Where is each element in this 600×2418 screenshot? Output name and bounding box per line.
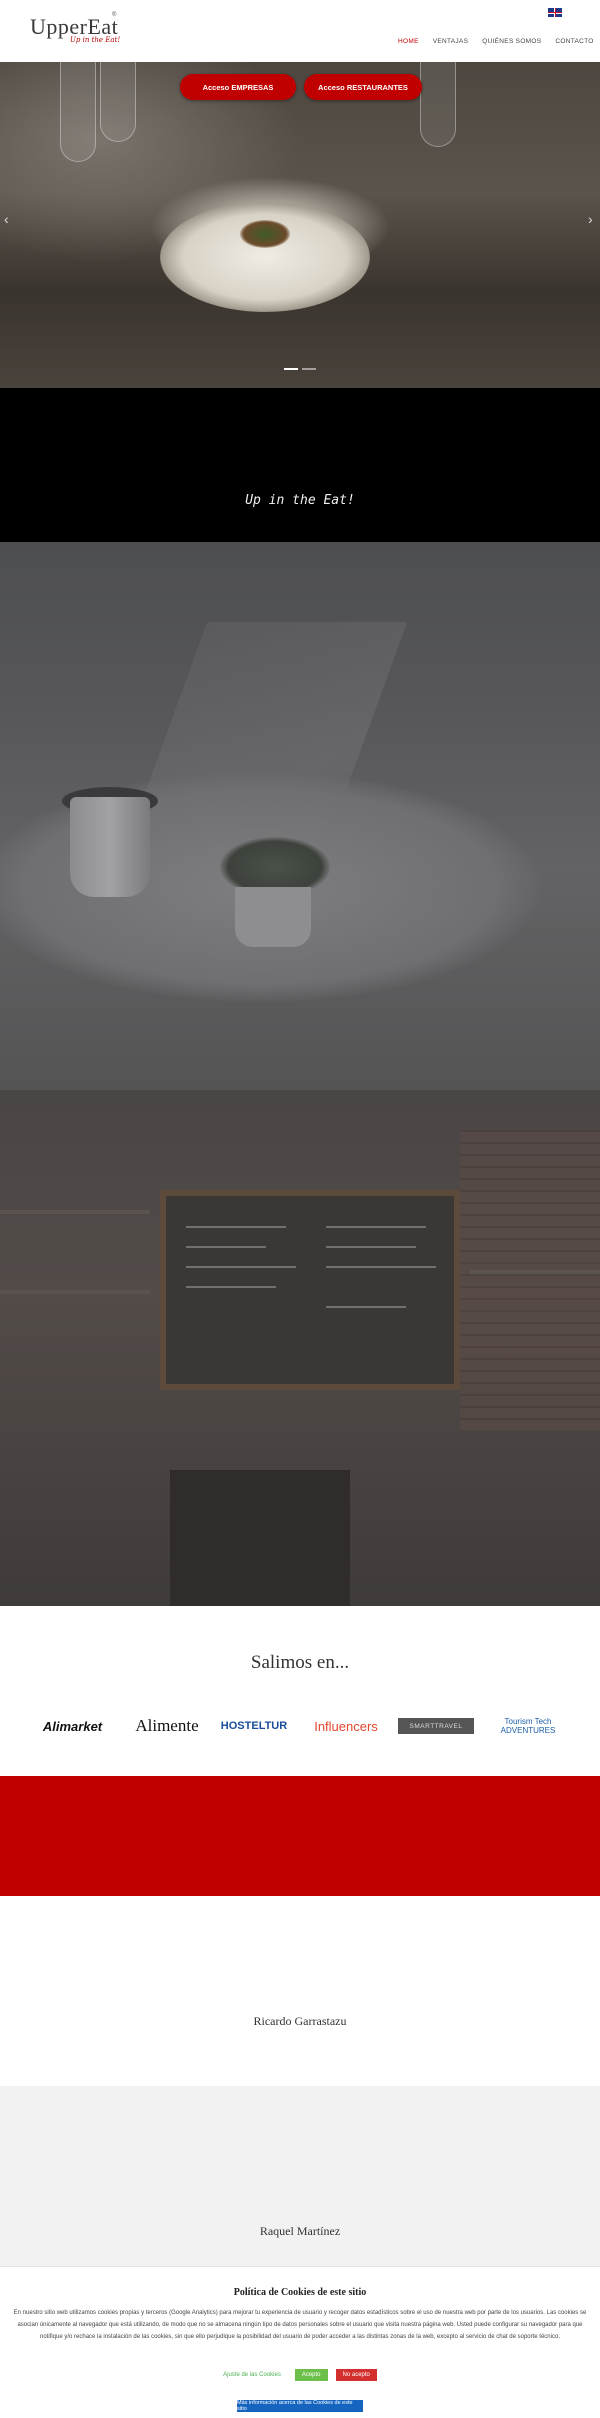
hero-photo-food xyxy=(240,220,290,248)
cookie-accept-button[interactable]: Acepto xyxy=(294,2369,328,2381)
cookie-title: Política de Cookies de este sitio xyxy=(233,2287,367,2298)
coffee-table-photo xyxy=(0,542,600,1090)
hero-photo-glass xyxy=(60,62,96,162)
press-section: Salimos en... Alimarket Alimente HOSTELT… xyxy=(0,1606,600,1776)
photo-coffee-cup xyxy=(70,797,150,897)
press-logo-smarttravel[interactable]: SMARTTRAVEL xyxy=(398,1718,474,1734)
press-title: Salimos en... xyxy=(250,1652,350,1673)
photo-shelf xyxy=(0,1210,150,1214)
main-nav: HOME VENTAJAS QUIÉNES SOMOS CONTACTO xyxy=(398,38,600,45)
logo-registered-mark: ® xyxy=(112,12,117,18)
photo-brick-wall xyxy=(460,1130,600,1430)
nav-quienes-somos[interactable]: QUIÉNES SOMOS xyxy=(482,38,541,45)
photo-shelf xyxy=(0,1290,150,1294)
slogan-band: Up in the Eat! xyxy=(0,388,600,542)
hero-photo-glass xyxy=(100,62,136,142)
cookie-more-info-button[interactable]: Más información acerca de las Cookies de… xyxy=(237,2400,363,2412)
photo-pot xyxy=(235,887,311,947)
nav-ventajas[interactable]: VENTAJAS xyxy=(433,38,469,45)
slider-dot[interactable] xyxy=(302,368,316,370)
testimonial-author: Raquel Martínez xyxy=(259,2224,341,2238)
testimonial-2: Raquel Martínez xyxy=(0,2086,600,2266)
red-divider-band xyxy=(0,1776,600,1896)
photo-coffee-machine xyxy=(170,1470,350,1606)
uk-flag-icon[interactable] xyxy=(548,8,562,17)
slider-dot[interactable] xyxy=(284,368,298,370)
hero-photo-plate xyxy=(160,202,370,312)
photo-chalkboard xyxy=(160,1190,460,1390)
press-logo-alimente[interactable]: Alimente xyxy=(132,1712,202,1740)
nav-contacto[interactable]: CONTACTO xyxy=(555,38,593,45)
slogan-text: Up in the Eat! xyxy=(245,493,355,508)
chevron-left-icon[interactable]: ‹ xyxy=(4,212,14,226)
press-logo-influencers[interactable]: Influencers xyxy=(306,1712,386,1740)
nav-home[interactable]: HOME xyxy=(398,38,419,45)
testimonial-author: Ricardo Garrastazu xyxy=(253,2014,347,2028)
photo-shelf xyxy=(470,1270,600,1274)
hero-photo-glass xyxy=(420,62,456,147)
press-logo-tourism-tech[interactable]: Tourism Tech ADVENTURES xyxy=(492,1712,564,1740)
cafe-counter-photo xyxy=(0,1090,600,1606)
cookie-reject-button[interactable]: No acepto xyxy=(335,2369,377,2381)
cookie-banner: Política de Cookies de este sitio En nue… xyxy=(0,2266,600,2418)
press-logo-hosteltur[interactable]: HOSTELTUR xyxy=(218,1712,290,1740)
access-companies-button[interactable]: Acceso EMPRESAS xyxy=(180,74,296,100)
hero-slider: Acceso EMPRESAS Acceso RESTAURANTES ‹ › xyxy=(0,62,600,388)
logo-tagline: Up in the Eat! xyxy=(70,36,121,44)
cookie-text: En nuestro sitio web utilizamos cookies … xyxy=(13,2310,587,2340)
site-header: UpperEat ® Up in the Eat! HOME VENTAJAS … xyxy=(0,0,600,62)
site-logo[interactable]: UpperEat ® Up in the Eat! xyxy=(30,12,120,44)
access-restaurants-button[interactable]: Acceso RESTAURANTES xyxy=(304,74,422,100)
testimonial-1: Ricardo Garrastazu xyxy=(0,1896,600,2086)
press-logo-alimarket[interactable]: Alimarket xyxy=(35,1712,110,1740)
cookie-settings-link[interactable]: Ajuste de las Cookies xyxy=(223,2372,281,2378)
cookie-actions: Ajuste de las Cookies Acepto No acepto xyxy=(0,2369,600,2381)
slider-pagination xyxy=(284,368,316,370)
chevron-right-icon[interactable]: › xyxy=(588,212,598,226)
